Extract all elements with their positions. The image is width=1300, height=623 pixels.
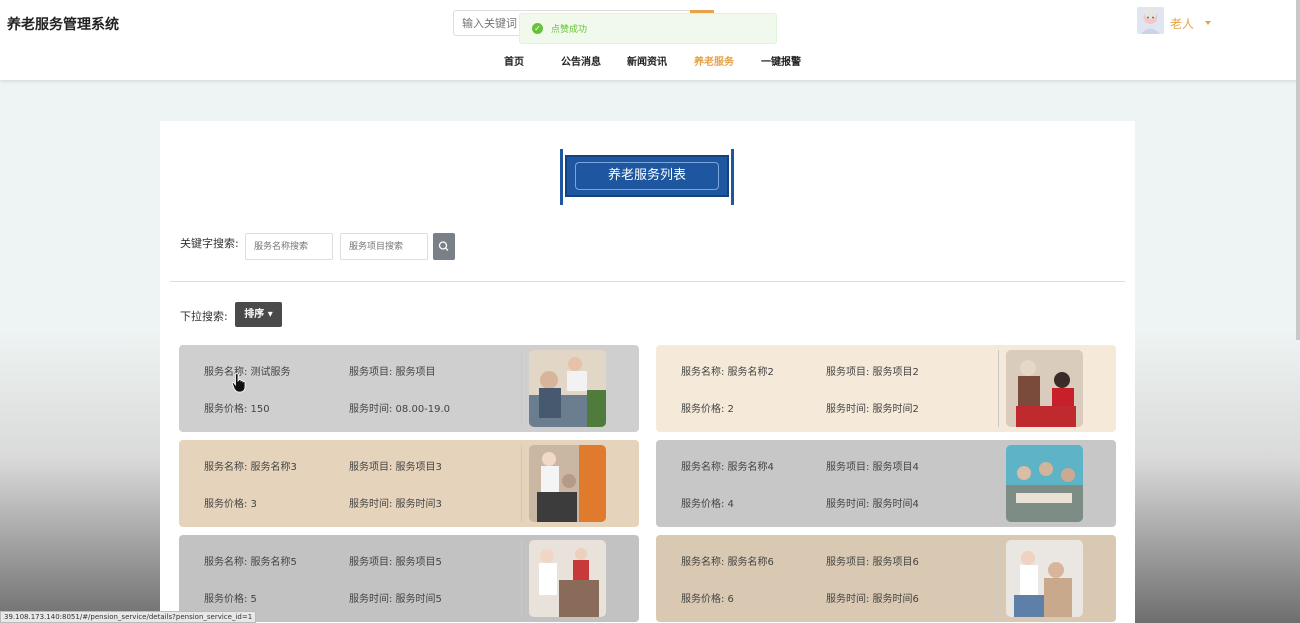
service-image[interactable] xyxy=(529,350,606,427)
nav-elderly-service[interactable]: 养老服务 xyxy=(694,53,734,68)
card-service-name: 服务名称: 服务名称6 xyxy=(681,557,774,568)
toast-text: 点赞成功 xyxy=(551,25,588,35)
service-card[interactable]: 服务名称: 测试服务 服务项目: 服务项目 服务价格: 150 服务时间: 08… xyxy=(179,345,639,432)
card-service-time: 服务时间: 服务时间2 xyxy=(826,404,919,415)
card-service-time: 服务时间: 服务时间3 xyxy=(349,499,442,510)
search-button[interactable] xyxy=(433,233,455,260)
card-service-price: 服务价格: 5 xyxy=(204,594,257,605)
card-service-price: 服务价格: 2 xyxy=(681,404,734,415)
hand-cursor-icon xyxy=(232,373,246,393)
card-service-time: 服务时间: 服务时间4 xyxy=(826,499,919,510)
search-icon xyxy=(438,241,449,251)
service-card[interactable]: 服务名称: 服务名称4 服务项目: 服务项目4 服务价格: 4 服务时间: 服务… xyxy=(656,440,1116,527)
service-card[interactable]: 服务名称: 服务名称3 服务项目: 服务项目3 服务价格: 3 服务时间: 服务… xyxy=(179,440,639,527)
card-service-price: 服务价格: 6 xyxy=(681,594,734,605)
card-service-item: 服务项目: 服务项目3 xyxy=(349,462,442,473)
card-service-price: 服务价格: 3 xyxy=(204,499,257,510)
card-service-item: 服务项目: 服务项目6 xyxy=(826,557,919,568)
card-service-time: 服务时间: 08.00-19.0 xyxy=(349,404,451,415)
service-image[interactable] xyxy=(529,445,606,522)
service-image[interactable] xyxy=(529,540,606,617)
sort-label: 排序 xyxy=(244,309,265,320)
service-item-search-input[interactable] xyxy=(340,233,428,260)
status-bar-url: 39.108.173.140:8051/#/pension_service/de… xyxy=(0,611,257,623)
scrollbar[interactable] xyxy=(1296,0,1300,340)
nav-news[interactable]: 新闻资讯 xyxy=(627,53,667,68)
nav-emergency-alarm[interactable]: 一键报警 xyxy=(761,53,801,68)
card-service-time: 服务时间: 服务时间6 xyxy=(826,594,919,605)
card-service-price: 服务价格: 150 xyxy=(204,404,270,415)
service-card[interactable]: 服务名称: 服务名称2 服务项目: 服务项目2 服务价格: 2 服务时间: 服务… xyxy=(656,345,1116,432)
service-card[interactable]: 服务名称: 服务名称5 服务项目: 服务项目5 服务价格: 5 服务时间: 服务… xyxy=(179,535,639,622)
nav-home[interactable]: 首页 xyxy=(504,53,524,68)
card-service-name: 服务名称: 服务名称2 xyxy=(681,367,774,378)
sort-dropdown-button[interactable]: 排序 ▾ xyxy=(235,302,282,327)
card-service-name: 服务名称: 测试服务 xyxy=(204,367,291,378)
card-service-name: 服务名称: 服务名称5 xyxy=(204,557,297,568)
dropdown-search-label: 下拉搜索: xyxy=(180,310,228,323)
service-image[interactable] xyxy=(1006,445,1083,522)
toast-message: ✓ 点赞成功 xyxy=(519,13,777,44)
service-image[interactable] xyxy=(1006,350,1083,427)
service-card[interactable]: 服务名称: 服务名称6 服务项目: 服务项目6 服务价格: 6 服务时间: 服务… xyxy=(656,535,1116,622)
service-name-search-input[interactable] xyxy=(245,233,333,260)
divider xyxy=(170,281,1125,282)
card-service-name: 服务名称: 服务名称3 xyxy=(204,462,297,473)
card-service-name: 服务名称: 服务名称4 xyxy=(681,462,774,473)
card-service-item: 服务项目: 服务项目4 xyxy=(826,462,919,473)
check-circle-icon: ✓ xyxy=(532,23,543,34)
page-title: 养老服务列表 xyxy=(575,162,719,190)
card-service-item: 服务项目: 服务项目2 xyxy=(826,367,919,378)
site-title: 养老服务管理系统 xyxy=(7,17,119,33)
keyword-search-label: 关键字搜索: xyxy=(180,237,239,250)
card-service-price: 服务价格: 4 xyxy=(681,499,734,510)
nav-announcements[interactable]: 公告消息 xyxy=(561,53,601,68)
page-banner: 养老服务列表 xyxy=(560,149,734,205)
main-nav: 首页 公告消息 新闻资讯 养老服务 一键报警 xyxy=(0,53,1300,68)
card-service-item: 服务项目: 服务项目5 xyxy=(349,557,442,568)
header: 养老服务管理系统 ✓ 点赞成功 老人 首页 公告消息 新闻资讯 养老服务 一键报… xyxy=(0,0,1300,80)
chevron-down-icon[interactable] xyxy=(1205,21,1211,25)
service-image[interactable] xyxy=(1006,540,1083,617)
avatar[interactable] xyxy=(1137,7,1164,34)
user-name[interactable]: 老人 xyxy=(1170,15,1194,32)
card-service-time: 服务时间: 服务时间5 xyxy=(349,594,442,605)
card-service-item: 服务项目: 服务项目 xyxy=(349,367,436,378)
